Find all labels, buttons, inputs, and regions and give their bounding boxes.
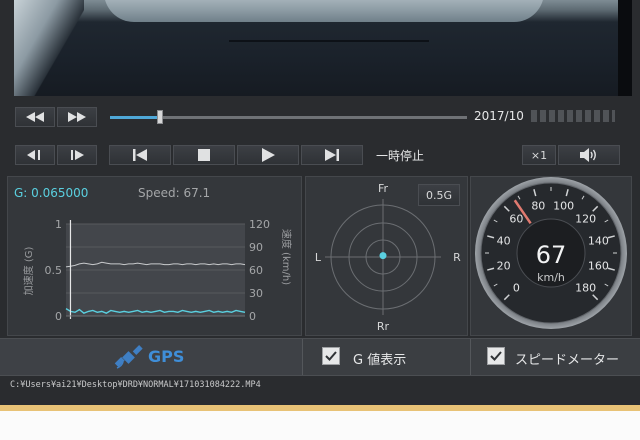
recording-datetime: 2017/10 <box>474 109 524 123</box>
stop-button[interactable] <box>173 145 235 165</box>
playback-status: 一時停止 <box>376 149 425 163</box>
play-icon <box>262 148 275 162</box>
rewind-button[interactable] <box>15 107 55 127</box>
speedometer-label: スピードメーター <box>515 353 620 368</box>
volume-button[interactable] <box>558 145 620 165</box>
seek-bar[interactable] <box>110 110 467 124</box>
a-pillar <box>14 0 84 96</box>
left-tick-label: 1 <box>55 218 62 231</box>
fast-forward-button[interactable] <box>57 107 97 127</box>
g-display-checkbox[interactable] <box>322 347 340 365</box>
gauge-tick-label: 60 <box>509 212 523 225</box>
radar-right-label: R <box>453 251 461 264</box>
dashboard-vent <box>229 40 429 42</box>
radar-front-label: Fr <box>378 182 389 195</box>
right-tick-label: 0 <box>249 310 256 323</box>
seek-thumb[interactable] <box>156 110 163 124</box>
right-tick-label: 60 <box>249 264 263 277</box>
gauge-tick-label: 140 <box>588 234 609 247</box>
g-graph-panel: G: 0.065000 Speed: 67.1 加速度 (G) 速度 (km/h… <box>7 176 302 336</box>
skip-back-icon <box>133 149 147 161</box>
radar-rear-label: Rr <box>377 320 390 333</box>
speedometer-panel: 0 20 40 60 80 100 120 140 160 180 67 km/h <box>470 176 632 336</box>
play-button[interactable] <box>237 145 299 165</box>
gps-tab[interactable]: GPS <box>0 339 303 375</box>
skip-end-button[interactable] <box>301 145 363 165</box>
speaker-icon <box>580 148 596 162</box>
prev-frame-button[interactable] <box>15 145 55 165</box>
gauge-tick-label: 180 <box>575 282 596 295</box>
g-display-label: G 値表示 <box>353 353 407 368</box>
right-tick-label: 120 <box>249 218 270 231</box>
left-tick-label: 0 <box>55 310 62 323</box>
seek-progress <box>110 116 160 119</box>
fast-forward-icon <box>68 112 86 122</box>
gauge-tick-label: 100 <box>553 200 574 213</box>
gauge-tick-label: 20 <box>497 260 511 273</box>
playback-speed-button[interactable]: ×1 <box>522 145 556 165</box>
left-tick-label: 0.5 <box>45 264 63 277</box>
stop-icon <box>198 149 210 161</box>
speedometer-checkbox[interactable] <box>487 347 505 365</box>
gauge-tick-label: 80 <box>531 200 545 213</box>
window-border <box>0 405 640 411</box>
right-tick-label: 90 <box>249 241 263 254</box>
left-axis-label: 加速度 (G) <box>22 247 35 296</box>
speed-value: 67 <box>536 241 567 269</box>
viewer-window: 2017/10 一時停止 ×1 G: 0.065000 Speed: 67.1 … <box>0 0 640 405</box>
radar-g-point <box>379 252 387 260</box>
g-speed-chart: 加速度 (G) 速度 (km/h) 120 90 60 30 0 1 0.5 0 <box>22 218 293 323</box>
skip-forward-icon <box>325 149 339 161</box>
footer-divider <box>470 339 471 375</box>
step-back-icon <box>27 150 40 160</box>
g-radar-panel: Fr Rr L R 0.5G <box>305 176 468 336</box>
gauge-tick-label: 40 <box>497 234 511 247</box>
step-forward-icon <box>71 150 84 160</box>
file-path: C:¥Users¥ai21¥Desktop¥DRD¥NORMAL¥1710310… <box>10 380 261 390</box>
gauge-tick-label: 0 <box>513 282 520 295</box>
checkmark-icon <box>490 351 502 361</box>
speedometer-gauge: 020 40 60 80 100120 140 160 180 67 km/h <box>475 177 627 329</box>
skip-start-button[interactable] <box>109 145 171 165</box>
g-scale-button[interactable]: 0.5G <box>418 184 460 206</box>
radar-left-label: L <box>315 251 322 264</box>
checkmark-icon <box>325 351 337 361</box>
gauge-tick-label: 160 <box>588 260 609 273</box>
gauge-tick-label: 120 <box>575 212 596 225</box>
datetime-redacted <box>531 110 615 122</box>
next-frame-button[interactable] <box>57 145 97 165</box>
satellite-icon <box>114 345 143 369</box>
right-tick-label: 30 <box>249 287 263 300</box>
options-bar: GPS G 値表示 スピードメーター <box>0 338 640 376</box>
right-axis-label: 速度 (km/h) <box>280 229 293 285</box>
gps-label: GPS <box>148 347 185 366</box>
video-edge <box>618 0 632 96</box>
windshield <box>104 0 544 22</box>
video-frame[interactable] <box>14 0 632 96</box>
speed-unit: km/h <box>537 271 565 284</box>
rewind-icon <box>26 112 44 122</box>
